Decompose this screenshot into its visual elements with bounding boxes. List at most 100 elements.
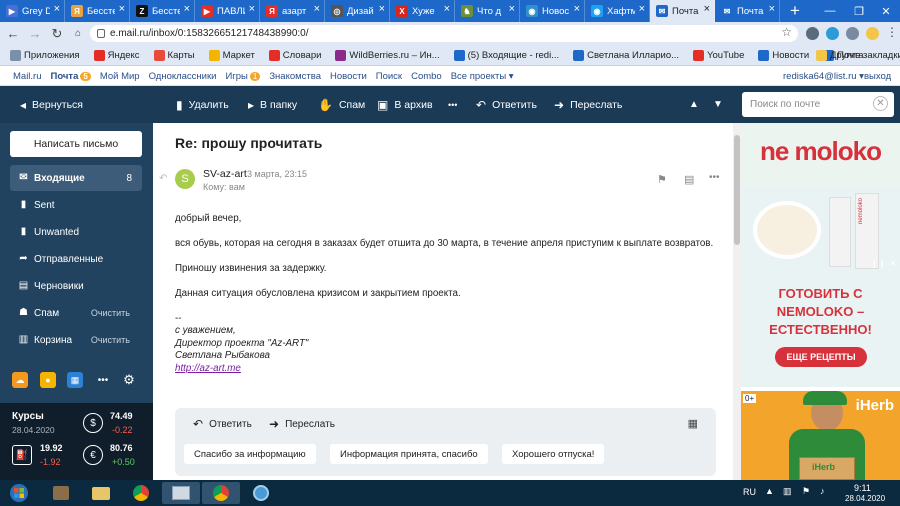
close-tab-icon[interactable]: × <box>509 3 515 15</box>
bookmark-flag-icon[interactable]: ⚑ <box>657 173 667 186</box>
maximize-icon[interactable]: ❐ <box>845 0 873 22</box>
quick-forward-button[interactable]: ➜ Переслать <box>269 410 335 438</box>
browser-tab[interactable]: ◎ Дизай × <box>325 0 390 22</box>
start-button[interactable] <box>2 482 36 504</box>
calendar-icon[interactable]: ▦ <box>67 372 83 388</box>
browser-tab[interactable]: ◉ Хафтм × <box>585 0 650 22</box>
expand-editor-icon[interactable]: ▦ <box>688 417 698 430</box>
archive-app-icon[interactable] <box>42 482 80 504</box>
keyboard-language[interactable]: RU <box>743 487 756 497</box>
bookmark-item[interactable]: Новости <box>756 45 809 66</box>
browser-tab[interactable]: ▶ ПАВЛИ × <box>195 0 260 22</box>
archive-button[interactable]: ▣ В архив <box>377 86 433 123</box>
signature-link[interactable]: http://az-art.me <box>175 363 241 374</box>
settings-gear-icon[interactable]: ⚙ <box>121 372 137 388</box>
scrollbar-thumb[interactable] <box>734 135 740 245</box>
close-tab-icon[interactable]: × <box>444 3 450 15</box>
folder-clear-action[interactable]: Очистить <box>91 308 130 318</box>
ad-iherb-banner[interactable]: 0+ iHerb iHerb <box>741 391 900 480</box>
active-app-icon[interactable] <box>162 482 200 504</box>
ad-main-banner[interactable]: nemoloko ❙❙ ✕ ГОТОВИТЬ С NEMOLOKO – ЕСТЕ… <box>741 187 900 387</box>
extension-icon[interactable] <box>826 27 839 40</box>
portal-link[interactable]: Mail.ru <box>13 71 42 82</box>
portal-link[interactable]: Одноклассники <box>149 71 217 82</box>
explorer-app-icon[interactable] <box>82 482 120 504</box>
browser-tab[interactable]: ▶ Grey D × <box>0 0 65 22</box>
message-scrollbar[interactable] <box>733 123 741 480</box>
minimize-icon[interactable]: — <box>816 0 844 22</box>
quick-reply-chip[interactable]: Спасибо за информацию <box>184 444 316 464</box>
forward-icon[interactable]: → <box>24 22 46 45</box>
contacts-icon[interactable]: ● <box>40 372 56 388</box>
portal-link[interactable]: Поиск <box>376 71 402 82</box>
close-tab-icon[interactable]: × <box>379 3 385 15</box>
portal-link[interactable]: Combo <box>411 71 442 82</box>
close-tab-icon[interactable]: × <box>184 3 190 15</box>
close-tab-icon[interactable]: × <box>769 3 775 15</box>
other-bookmarks[interactable]: Другие закладки <box>814 45 900 66</box>
back-button[interactable]: ◂ Вернуться <box>20 86 83 123</box>
reply-button[interactable]: ↶ Ответить <box>476 86 537 123</box>
bookmark-item[interactable]: Маркет <box>207 45 255 66</box>
browser-tab[interactable]: Яазарт × <box>260 0 325 22</box>
close-tab-icon[interactable]: × <box>54 3 60 15</box>
portal-link[interactable]: Новости <box>330 71 367 82</box>
folder-item[interactable]: ▥ Корзина Очистить <box>10 327 142 353</box>
print-icon[interactable]: ▤ <box>684 173 694 186</box>
bookmark-item[interactable]: Яндекс <box>92 45 140 66</box>
close-tab-icon[interactable]: × <box>314 3 320 15</box>
compose-button[interactable]: Написать письмо <box>10 131 142 157</box>
folder-item[interactable]: ▮ Sent <box>10 192 142 218</box>
close-tab-icon[interactable]: × <box>249 3 255 15</box>
chrome-window-icon[interactable] <box>202 482 240 504</box>
url-field[interactable]: e.mail.ru/inbox/0:15832665121748438990:0… <box>90 25 798 42</box>
bookmark-item[interactable]: WildBerries.ru – Ин... <box>333 45 440 66</box>
bookmark-star-icon[interactable]: ☆ <box>781 25 792 39</box>
forward-button[interactable]: ➜ Переслать <box>554 86 622 123</box>
profile-avatar-icon[interactable] <box>866 27 879 40</box>
browser-tab[interactable]: Z Бессте × <box>130 0 195 22</box>
ad-brand-banner[interactable]: ne moloko <box>741 123 900 187</box>
sender-name[interactable]: SV-az-art <box>203 168 247 180</box>
quick-reply-button[interactable]: ↶ Ответить <box>193 410 252 438</box>
browser-app-icon[interactable] <box>242 482 280 504</box>
prev-message-icon[interactable]: ▲ <box>689 86 699 123</box>
new-tab-icon[interactable]: + <box>780 0 810 22</box>
cloud-icon[interactable]: ☁ <box>12 372 28 388</box>
bookmark-item[interactable]: Словари <box>267 45 321 66</box>
ad-cta-button[interactable]: ЕЩЕ РЕЦЕПТЫ <box>775 347 867 367</box>
home-icon[interactable]: ⌂ <box>67 22 89 45</box>
spam-button[interactable]: ✋ Спам <box>318 86 365 123</box>
more-apps-icon[interactable]: ••• <box>95 372 111 388</box>
browser-tab[interactable]: ◉ Новос × <box>520 0 585 22</box>
chrome-app-icon[interactable] <box>122 482 160 504</box>
folder-item[interactable]: ▤ Черновики <box>10 273 142 299</box>
bookmark-item[interactable]: Карты <box>152 45 195 66</box>
close-tab-icon[interactable]: × <box>119 3 125 15</box>
search-input[interactable]: Поиск по почте ✕ <box>742 92 894 117</box>
move-to-folder-button[interactable]: ▸ В папку <box>248 86 297 123</box>
portal-link[interactable]: Мой Мир <box>100 71 140 82</box>
quick-reply-chip[interactable]: Хорошего отпуска! <box>502 444 605 464</box>
clock-date[interactable]: 28.04.2020 <box>845 494 885 503</box>
extension-icon[interactable] <box>846 27 859 40</box>
network-icon[interactable]: ▥ <box>783 486 792 497</box>
bookmark-item[interactable]: (5) Входящие - redi... <box>452 45 559 66</box>
ad-carousel-icon[interactable]: ❙❙ ✕ <box>871 259 897 268</box>
delete-button[interactable]: ▮ Удалить <box>176 86 229 123</box>
reload-icon[interactable]: ↻ <box>46 22 68 45</box>
clear-search-icon[interactable]: ✕ <box>873 96 888 111</box>
folder-item[interactable]: ✉ Входящие 8 <box>10 165 142 191</box>
browser-tab[interactable]: ✉ Почта × <box>650 0 715 22</box>
folder-item[interactable]: ➦ Отправленные <box>10 246 142 272</box>
more-button[interactable]: ••• <box>448 86 457 123</box>
next-message-icon[interactable]: ▼ <box>713 86 723 123</box>
portal-link[interactable]: Игры 1 <box>225 71 261 82</box>
volume-icon[interactable]: ♪ <box>820 486 825 496</box>
flag-icon[interactable]: ⚑ <box>802 486 810 497</box>
extension-icon[interactable] <box>806 27 819 40</box>
back-icon[interactable]: ← <box>2 22 24 45</box>
portal-link[interactable]: Знакомства <box>269 71 321 82</box>
close-tab-icon[interactable]: × <box>574 3 580 15</box>
browser-tab[interactable]: ✉ Почта × <box>715 0 780 22</box>
